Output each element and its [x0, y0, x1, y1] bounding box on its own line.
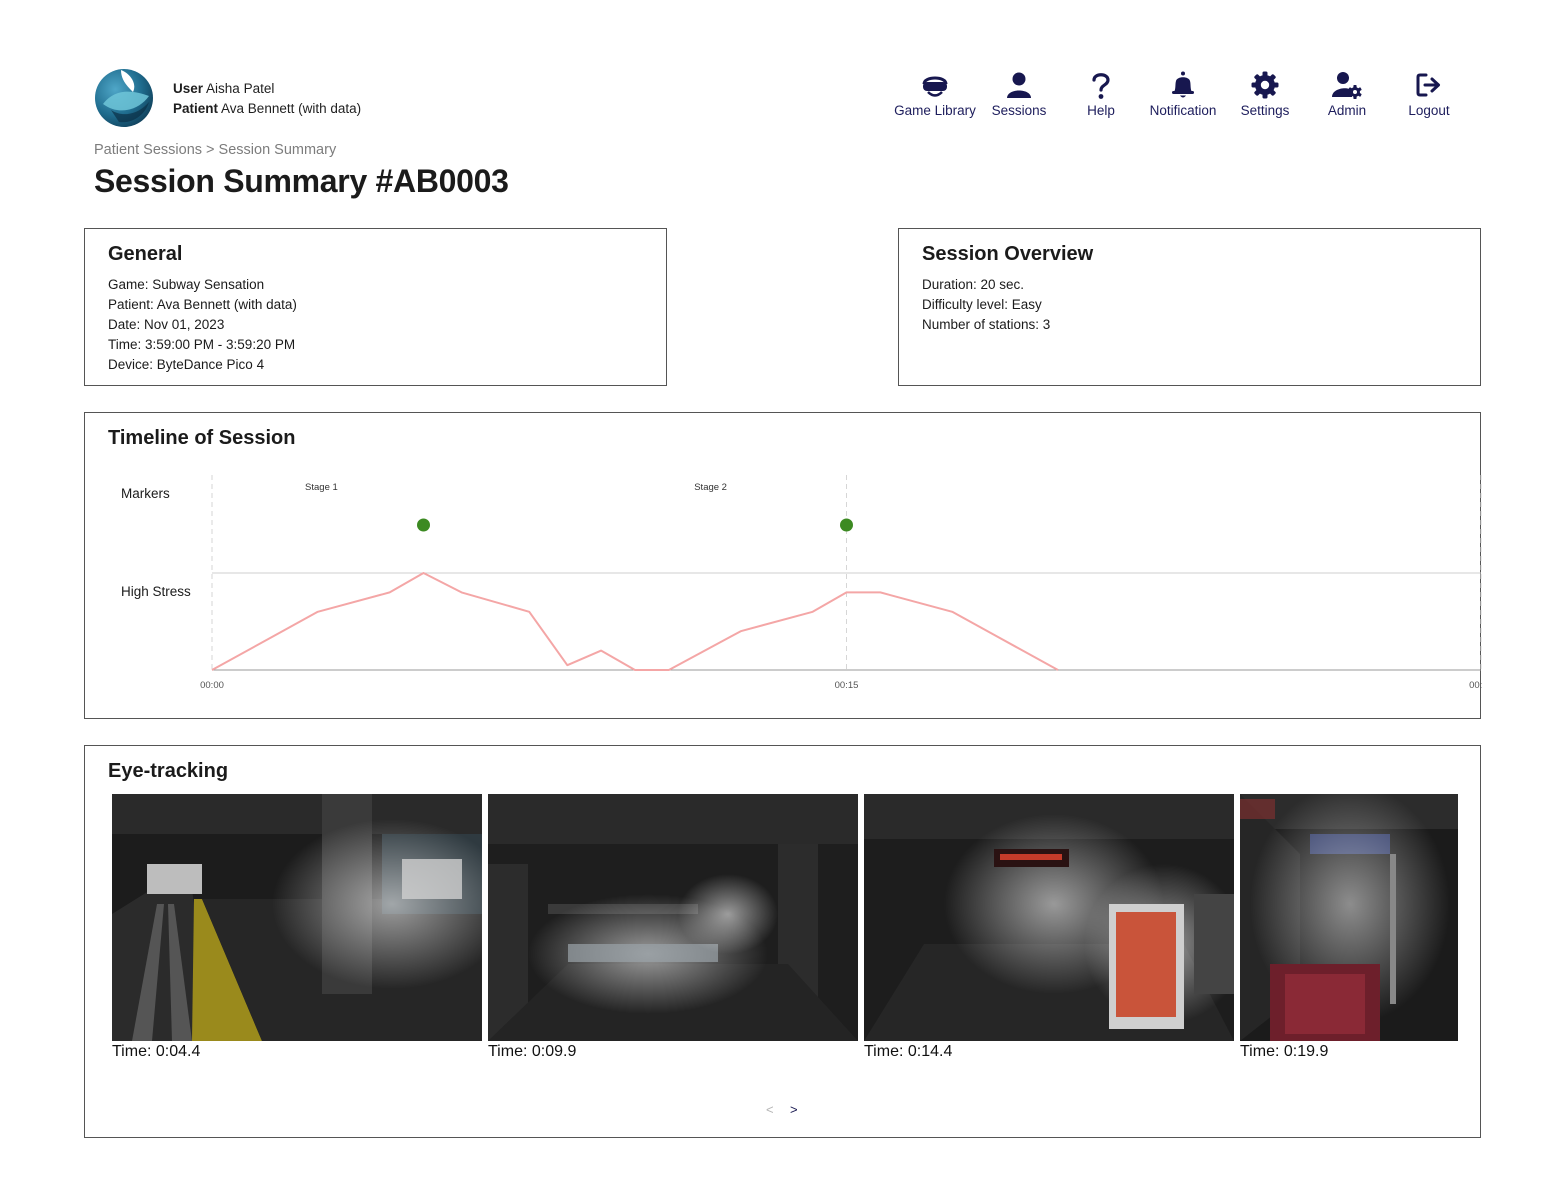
top-navigation: Game Library Sessions Help Notification — [0, 70, 1551, 130]
eye-tracking-card: Eye-tracking Time: 0:04.4 Time: 0:09.9 T… — [84, 745, 1481, 1138]
stage-label: Stage 1 — [305, 482, 338, 493]
breadcrumb: Patient Sessions > Session Summary — [94, 142, 336, 158]
nav-admin[interactable]: Admin — [1302, 70, 1392, 118]
frame-time: Time: 0:09.9 — [488, 1043, 577, 1060]
station-ad-board-image — [864, 794, 1234, 1041]
general-patient: Patient: Ava Bennett (with data) — [108, 297, 297, 312]
stage-label: Stage 2 — [694, 482, 727, 493]
vr-headset-icon — [922, 76, 948, 97]
general-time: Time: 3:59:00 PM - 3:59:20 PM — [108, 337, 296, 352]
nav-label: Game Library — [894, 103, 976, 118]
general-card: General Game: Subway Sensation Patient: … — [84, 228, 667, 386]
general-game: Game: Subway Sensation — [108, 277, 265, 292]
general-details: Game: Subway Sensation Patient: Ava Benn… — [108, 275, 297, 375]
session-overview-card: Session Overview Duration: 20 sec. Diffi… — [898, 228, 1481, 386]
breadcrumb-current: Session Summary — [218, 142, 337, 158]
breadcrumb-separator: > — [206, 142, 215, 158]
train-interior-image — [1240, 794, 1458, 1041]
frame-time: Time: 0:19.9 — [1240, 1043, 1329, 1060]
timeline-card: Timeline of Session Markers High Stress … — [84, 412, 1482, 719]
nav-label: Sessions — [991, 103, 1047, 118]
timeline-tick-label: 00:30 — [1469, 680, 1482, 691]
general-date: Date: Nov 01, 2023 — [108, 317, 225, 332]
nav-logout[interactable]: Logout — [1384, 70, 1474, 118]
nav-notification[interactable]: Notification — [1138, 70, 1228, 118]
next-page-button[interactable]: > — [790, 1102, 798, 1117]
nav-label: Admin — [1327, 103, 1367, 118]
bell-icon — [1172, 71, 1194, 98]
timeline-chart: 00:00 00:15 00:30 Stage 1 Stage 2 — [200, 475, 1482, 691]
timeline-tick-label: 00:15 — [835, 680, 859, 691]
logout-icon — [1416, 73, 1440, 97]
nav-label: Help — [1087, 103, 1115, 118]
general-title: General — [108, 243, 183, 265]
eye-tracking-frame[interactable] — [1240, 794, 1458, 1041]
eye-tracking-frame[interactable] — [864, 794, 1234, 1041]
subway-platform-track-image — [112, 794, 482, 1041]
nav-help[interactable]: Help — [1056, 70, 1146, 118]
frame-time: Time: 0:04.4 — [112, 1043, 201, 1060]
nav-label: Logout — [1408, 103, 1450, 118]
user-icon — [1007, 72, 1031, 98]
gear-icon — [1251, 71, 1279, 99]
question-mark-icon — [1092, 73, 1110, 99]
overview-difficulty: Difficulty level: Easy — [922, 297, 1042, 312]
nav-settings[interactable]: Settings — [1220, 70, 1310, 118]
overview-stations: Number of stations: 3 — [922, 317, 1051, 332]
nav-label: Settings — [1240, 103, 1290, 118]
session-marker-dot — [417, 518, 430, 532]
overview-title: Session Overview — [922, 243, 1094, 265]
eye-tracking-frame[interactable] — [488, 794, 858, 1041]
breadcrumb-parent-link[interactable]: Patient Sessions — [94, 142, 202, 158]
nav-sessions[interactable]: Sessions — [974, 70, 1064, 118]
timeline-tick-label: 00:00 — [200, 680, 224, 691]
previous-page-button[interactable]: < — [766, 1102, 774, 1117]
session-marker-dot — [840, 518, 853, 532]
user-gear-icon — [1332, 72, 1362, 99]
nav-game-library[interactable]: Game Library — [890, 70, 980, 118]
overview-details: Duration: 20 sec. Difficulty level: Easy… — [922, 275, 1050, 335]
eye-tracking-frame[interactable] — [112, 794, 482, 1041]
frame-time: Time: 0:14.4 — [864, 1043, 953, 1060]
station-bench-image — [488, 794, 858, 1041]
page-title: Session Summary #AB0003 — [94, 163, 509, 199]
eye-tracking-title: Eye-tracking — [108, 760, 229, 782]
nav-label: Notification — [1149, 103, 1217, 118]
general-device: Device: ByteDance Pico 4 — [108, 357, 265, 372]
overview-duration: Duration: 20 sec. — [922, 277, 1025, 292]
stress-level-line — [211, 572, 1059, 671]
